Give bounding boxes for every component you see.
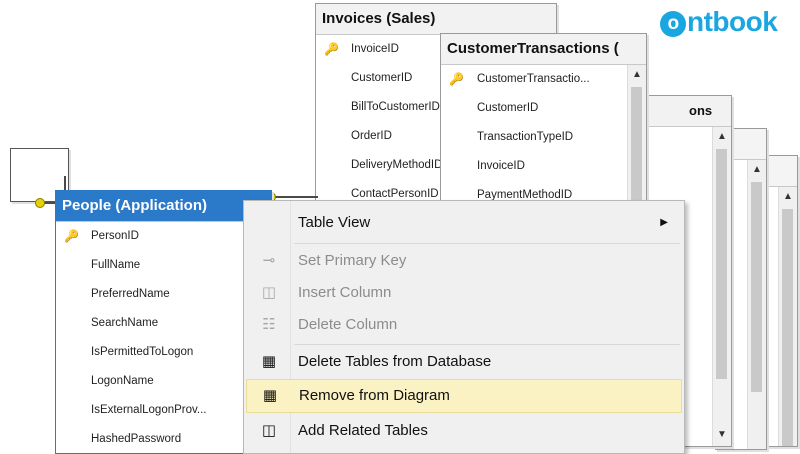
table-people-title[interactable]: People (Application) — [56, 191, 271, 222]
menu-item-remove-from-diagram[interactable]: ▦ Remove from Diagram — [246, 379, 682, 413]
scroll-up-icon[interactable]: ▲ — [779, 191, 797, 202]
table-field[interactable]: InvoiceID — [441, 152, 628, 181]
table-field[interactable]: PreferredName — [56, 280, 271, 309]
relationship-endpoint[interactable] — [35, 198, 45, 208]
delete-column-icon: ☷ — [262, 316, 276, 333]
table-customer-transactions-scrollbar[interactable]: ▲ — [627, 65, 646, 219]
menu-item-set-primary-key[interactable]: ⊸ Set Primary Key — [246, 245, 682, 277]
table-customer-transactions[interactable]: CustomerTransactions ( 🔑 CustomerTransact… — [440, 33, 647, 220]
table-stack-back-3-scrollbar[interactable]: ▲ — [778, 187, 797, 446]
menu-item-add-related-tables[interactable]: ◫ Add Related Tables — [246, 415, 682, 447]
menu-separator — [294, 243, 680, 244]
menu-item-delete-tables-from-database[interactable]: ▦ Delete Tables from Database — [246, 346, 682, 378]
primary-key-icon: 🔑 — [449, 72, 464, 86]
table-field[interactable]: 🔑 PersonID — [56, 222, 271, 251]
table-field[interactable]: IsPermittedToLogon — [56, 338, 271, 367]
table-stack-back-1-title[interactable]: ons — [649, 96, 731, 127]
table-stack-back-2-scrollbar[interactable]: ▲ — [747, 160, 766, 449]
table-people-application[interactable]: People (Application) 🔑 PersonID FullName … — [55, 190, 272, 454]
table-people-fields: 🔑 PersonID FullName PreferredName SearchN… — [56, 222, 271, 453]
menu-separator — [294, 344, 680, 345]
insert-column-icon: ◫ — [261, 284, 277, 301]
table-customer-transactions-fields: 🔑 CustomerTransactio... CustomerID Transa… — [441, 65, 628, 219]
table-invoices-title[interactable]: Invoices (Sales) — [316, 4, 556, 35]
table-field[interactable]: FullName — [56, 251, 271, 280]
context-menu: Table View ▶ ⊸ Set Primary Key ◫ Insert … — [243, 200, 685, 454]
scroll-up-icon[interactable]: ▲ — [713, 131, 731, 142]
table-field[interactable]: LogonName — [56, 367, 271, 396]
scroll-up-icon[interactable]: ▲ — [748, 164, 766, 175]
table-field[interactable]: TransactionTypeID — [441, 123, 628, 152]
table-field[interactable]: IsExternalLogonProv... — [56, 396, 271, 425]
add-related-icon: ◫ — [261, 422, 277, 439]
table-field[interactable]: SearchName — [56, 309, 271, 338]
submenu-arrow-icon: ▶ — [660, 217, 668, 228]
table-stack-back-1-scrollbar[interactable]: ▲ ▼ — [712, 127, 731, 446]
menu-item-insert-column[interactable]: ◫ Insert Column — [246, 277, 682, 309]
key-icon: ⊸ — [262, 252, 276, 269]
logo-text: ntbook — [687, 6, 778, 37]
ontbook-logo: o ntbook — [660, 6, 778, 38]
delete-table-icon: ▦ — [261, 353, 277, 370]
scroll-down-icon[interactable]: ▼ — [713, 429, 731, 440]
table-field[interactable]: CustomerID — [441, 94, 628, 123]
remove-table-icon: ▦ — [262, 387, 278, 404]
menu-item-delete-column[interactable]: ☷ Delete Column — [246, 309, 682, 341]
table-customer-transactions-title[interactable]: CustomerTransactions ( — [441, 34, 646, 65]
scroll-up-icon[interactable]: ▲ — [628, 69, 646, 80]
primary-key-icon: 🔑 — [324, 42, 339, 56]
primary-key-icon: 🔑 — [64, 229, 79, 243]
logo-mark: o — [660, 11, 686, 37]
table-field[interactable]: 🔑 CustomerTransactio... — [441, 65, 628, 94]
menu-item-table-view[interactable]: Table View ▶ — [246, 207, 682, 239]
